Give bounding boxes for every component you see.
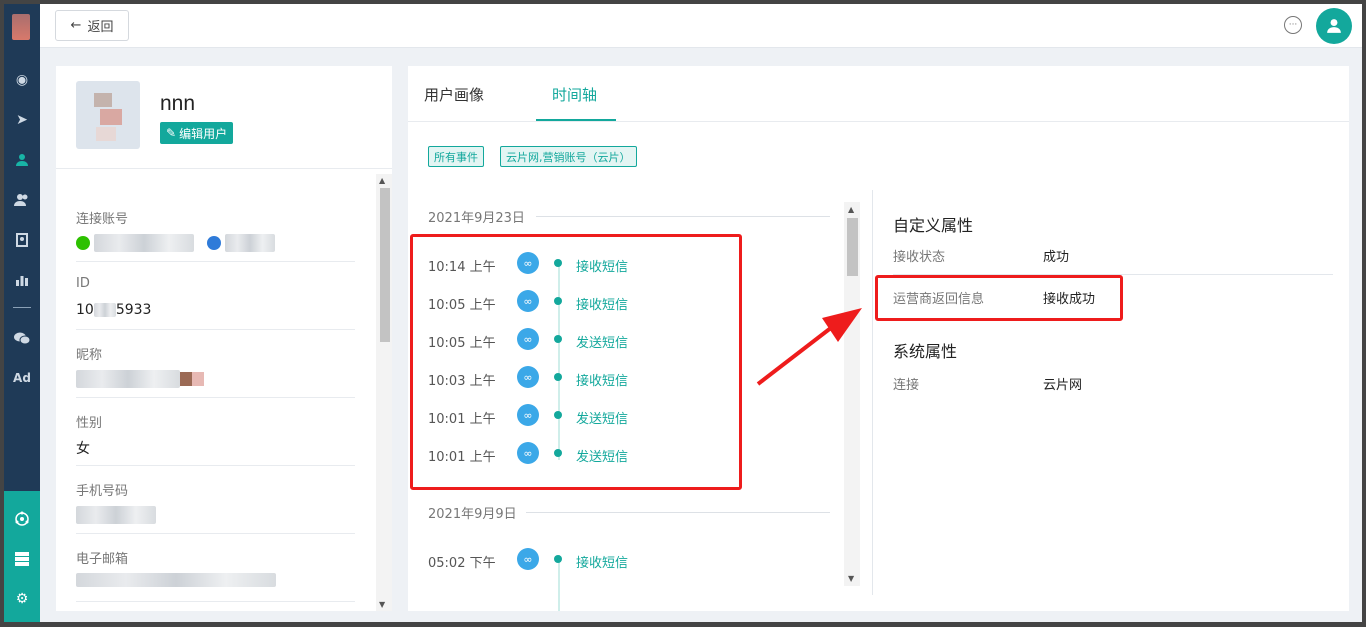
annotation-arrow-icon xyxy=(756,308,862,386)
app-window: ◉ ➤ Ad ⚙ ← 返回 ··· nnn ✎ 编辑用户 连接账号 ID 10 … xyxy=(4,4,1362,622)
